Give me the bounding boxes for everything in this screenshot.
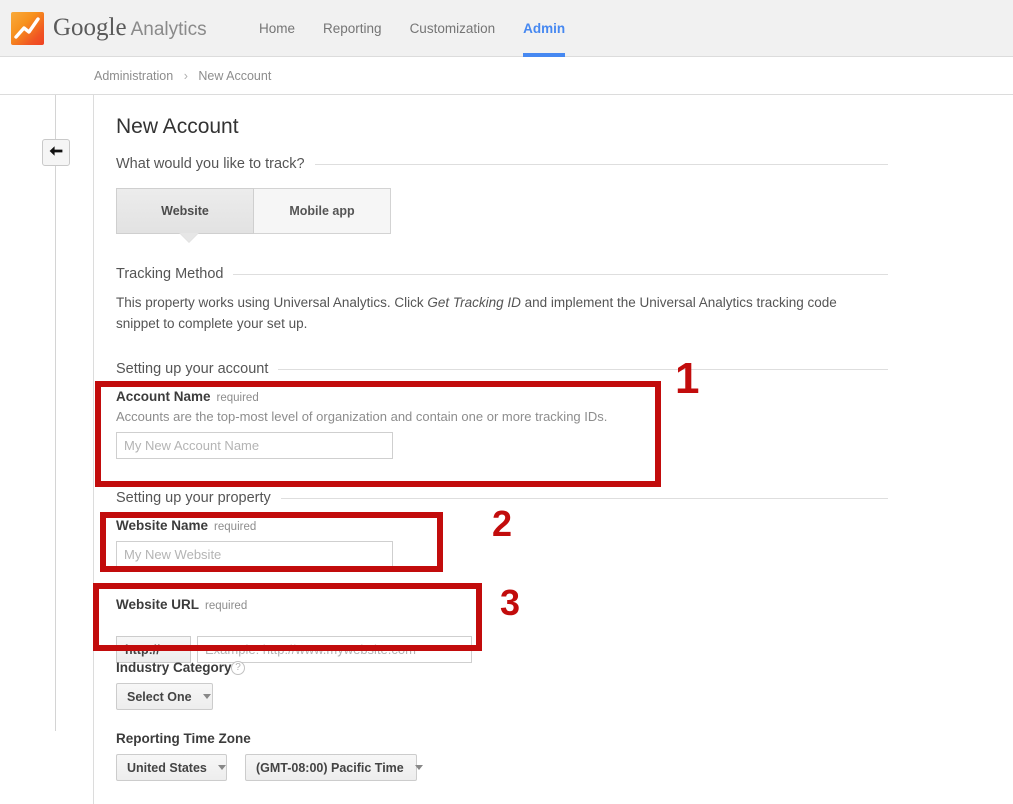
- account-name-required-text: required: [216, 392, 259, 404]
- reporting-time-zone-label-text: Reporting Time Zone: [116, 731, 251, 746]
- section-title-account: Setting up your account: [116, 361, 269, 377]
- nav-item-customization[interactable]: Customization: [396, 0, 510, 57]
- website-url-label: Website URL required: [116, 597, 247, 612]
- reporting-time-zone-label: Reporting Time Zone: [116, 731, 251, 746]
- sidebar-divider: [55, 95, 56, 731]
- sidebar: [0, 95, 94, 804]
- sidebar-collapse-button[interactable]: [42, 139, 70, 166]
- website-name-label-text: Website Name: [116, 518, 209, 533]
- brand-text: Google Analytics: [53, 15, 207, 42]
- tracking-text-part1: This property works using Universal Anal…: [116, 295, 428, 310]
- website-url-protocol-select[interactable]: http://: [116, 636, 191, 663]
- breadcrumb-item-new-account: New Account: [198, 69, 272, 83]
- time-zone-offset-select[interactable]: (GMT-08:00) Pacific Time: [245, 754, 423, 781]
- account-name-help-text: Accounts are the top-most level of organ…: [116, 409, 608, 424]
- app-header: Google Analytics Home Reporting Customiza…: [0, 0, 1013, 57]
- breadcrumb: Administration › New Account: [94, 69, 271, 83]
- nav-item-admin[interactable]: Admin: [509, 0, 579, 57]
- section-rule: [233, 273, 888, 275]
- question-mark-icon[interactable]: ?: [231, 661, 245, 675]
- section-rule: [314, 163, 888, 165]
- nav-item-home[interactable]: Home: [245, 0, 309, 57]
- brand-google: Google: [53, 13, 127, 41]
- website-name-label: Website Name required: [116, 518, 256, 533]
- section-header-property: Setting up your property: [116, 489, 888, 507]
- breadcrumb-item-administration[interactable]: Administration: [94, 69, 173, 83]
- chevron-down-icon: [414, 765, 423, 770]
- website-url-protocol-value: http://: [125, 642, 160, 657]
- section-rule: [278, 368, 888, 370]
- top-navigation: Home Reporting Customization Admin: [245, 0, 579, 57]
- account-name-label-text: Account Name: [116, 389, 211, 404]
- section-header-track: What would you like to track?: [116, 155, 888, 173]
- time-zone-country-value: United States: [127, 760, 207, 775]
- tab-mobile-app[interactable]: Mobile app: [254, 188, 391, 234]
- account-name-input[interactable]: [116, 432, 393, 459]
- breadcrumb-separator-icon: ›: [183, 69, 188, 83]
- page-title: New Account: [116, 115, 239, 138]
- section-rule: [280, 497, 888, 499]
- breadcrumb-bar: Administration › New Account: [0, 57, 1013, 95]
- industry-category-select[interactable]: Select One: [116, 683, 213, 710]
- section-title-tracking-method: Tracking Method: [116, 266, 224, 282]
- chevron-down-icon: [217, 765, 226, 770]
- brand-logo[interactable]: Google Analytics: [11, 11, 207, 45]
- industry-category-label-text: Industry Category: [116, 660, 232, 675]
- website-url-required-text: required: [205, 600, 248, 612]
- analytics-logo-icon: [11, 11, 44, 45]
- time-zone-offset-value: (GMT-08:00) Pacific Time: [256, 760, 404, 775]
- website-name-required-text: required: [214, 521, 257, 533]
- tracking-text-emphasis: Get Tracking ID: [427, 295, 521, 310]
- section-header-tracking-method: Tracking Method: [116, 265, 888, 283]
- website-name-input[interactable]: [116, 541, 393, 568]
- chevron-down-icon: [202, 694, 211, 699]
- section-title-track: What would you like to track?: [116, 156, 305, 172]
- account-name-label: Account Name required: [116, 389, 259, 404]
- brand-product: Analytics: [130, 18, 207, 40]
- main-content: New Account What would you like to track…: [95, 95, 1013, 804]
- website-url-label-text: Website URL: [116, 597, 200, 612]
- selected-tab-pointer-icon: [179, 233, 199, 243]
- industry-category-value: Select One: [127, 689, 192, 704]
- section-header-account: Setting up your account: [116, 360, 888, 378]
- website-url-input[interactable]: [197, 636, 472, 663]
- section-title-property: Setting up your property: [116, 490, 271, 506]
- nav-item-reporting[interactable]: Reporting: [309, 0, 396, 57]
- industry-category-label: Industry Category: [116, 660, 232, 675]
- tracking-method-description: This property works using Universal Anal…: [116, 292, 856, 334]
- time-zone-country-select[interactable]: United States: [116, 754, 227, 781]
- track-type-tabs: Website Mobile app: [116, 188, 391, 243]
- tab-website[interactable]: Website: [116, 188, 254, 234]
- arrow-left-icon: [48, 144, 64, 162]
